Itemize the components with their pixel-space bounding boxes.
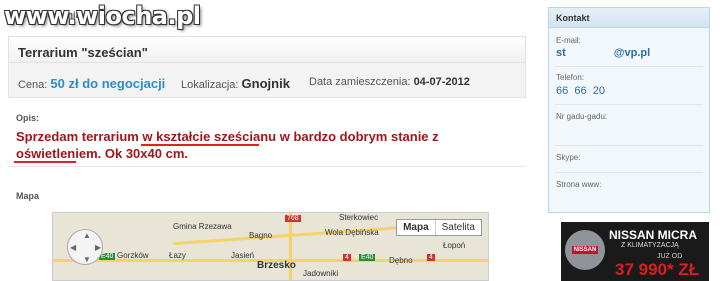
date-value: 04-07-2012 [413, 76, 470, 88]
contact-panel: Kontakt E-mail: st @vp.pl Telefon: 66 66 … [548, 7, 710, 213]
underline-size [14, 161, 76, 163]
map-label: Mapa [16, 191, 40, 201]
map-place-jasien: Jasień [231, 251, 255, 260]
map-place-debno: Dębno [389, 256, 413, 265]
pan-up-icon[interactable]: ▲ [83, 231, 91, 240]
price-label: Cena: [18, 79, 48, 91]
map-place-lazy: Łazy [169, 251, 186, 260]
nissan-logo-icon: NISSAN [565, 230, 605, 270]
map-sign-4b: 4 [427, 254, 435, 261]
map-place-jadowniki: Jadowniki [303, 269, 339, 278]
nissan-ad-banner[interactable]: NISSAN NISSAN MICRA Z KLIMATYZACJĄ JUŻ O… [561, 222, 709, 281]
description-highlight-shape: kształcie sześcianu [156, 129, 277, 144]
ad-subtitle: Z KLIMATYZACJĄ [621, 242, 679, 249]
email-domain: @vp.pl [613, 47, 651, 59]
pan-left-icon[interactable]: ◀ [70, 243, 76, 252]
map-place-gorzkow: Gorzków [117, 251, 149, 260]
site-watermark: www.wiocha.pl [4, 2, 201, 30]
map-type-map-button[interactable]: Mapa [397, 220, 436, 235]
map-place-brzesko: Brzesko [257, 260, 296, 271]
phone-value[interactable]: 66 66 20 [556, 85, 605, 97]
description-label: Opis: [16, 113, 40, 123]
location-map[interactable]: Gmina Rzezawa Bagno Wola Dębińska Łopoń … [52, 212, 489, 281]
description-part1: Sprzedam terrarium w [16, 129, 157, 144]
listing-meta: Cena: 50 zł do negocjacji Lokalizacja: G… [8, 62, 526, 98]
listing-title-box: Terrarium "sześcian" [8, 36, 526, 62]
description-highlight-size: 30x40 cm. [125, 146, 188, 161]
email-value[interactable]: st @vp.pl [556, 47, 650, 59]
date-info: Data zamieszczenia: 04-07-2012 [309, 76, 470, 88]
email-user: st [556, 47, 566, 59]
map-sign-4a: 4 [343, 254, 351, 261]
ad-from-label: JUŻ OD [657, 253, 683, 260]
contact-separator [555, 66, 703, 67]
map-pan-control[interactable]: ▲ ▼ ◀ ▶ [67, 229, 103, 265]
email-label: E-mail: [556, 36, 581, 45]
gadu-label: Nr gadu-gadu: [556, 112, 608, 121]
pan-down-icon[interactable]: ▼ [83, 255, 91, 264]
www-label: Strona www: [556, 180, 602, 189]
contact-header: Kontakt [549, 8, 709, 28]
pan-right-icon[interactable]: ▶ [95, 243, 101, 252]
divider [8, 166, 526, 167]
contact-separator [555, 104, 703, 105]
location-info: Lokalizacja: Gnojnik [181, 76, 290, 91]
ad-title: NISSAN MICRA [609, 228, 698, 242]
contact-separator [555, 145, 703, 146]
map-sign-768: 768 [285, 215, 301, 222]
map-place-wola: Wola Dębińska [325, 228, 379, 237]
underline-shape [141, 144, 259, 146]
map-place-bagno: Bagno [249, 231, 273, 240]
price-info: Cena: 50 zł do negocjacji [18, 76, 165, 91]
map-type-satellite-button[interactable]: Satelita [436, 220, 481, 235]
map-place-lopon: Łopoń [443, 241, 466, 250]
map-place-sterkowiec: Sterkowiec [339, 213, 379, 222]
skype-label: Skype: [556, 153, 581, 162]
phone-label: Telefon: [556, 73, 585, 82]
date-label: Data zamieszczenia: [309, 76, 411, 88]
description-text: Sprzedam terrarium w kształcie sześcianu… [16, 128, 516, 162]
location-label: Lokalizacja: [181, 79, 239, 91]
ad-price: 37 990* ZŁ [615, 260, 700, 279]
map-type-switcher: Mapa Satelita [396, 219, 482, 236]
location-value: Gnojnik [241, 76, 290, 91]
map-sign-e40b: E40 [359, 254, 376, 261]
contact-separator [555, 172, 703, 173]
map-place-gmina: Gmina Rzezawa [173, 222, 232, 231]
price-value: 50 zł do negocjacji [50, 76, 166, 91]
listing-title: Terrarium "sześcian" [18, 45, 148, 60]
